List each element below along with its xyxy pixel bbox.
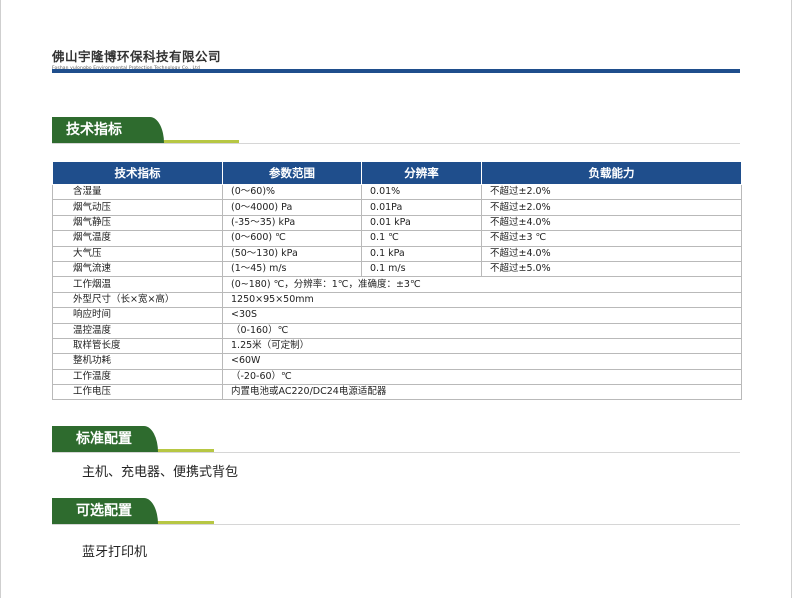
spec-name: 响应时间 — [52, 307, 223, 324]
table-header-row: 技术指标 参数范围 分辨率 负载能力 — [52, 161, 742, 185]
spec-value: （0-160）℃ — [222, 322, 742, 339]
spec-name: 工作烟温 — [52, 276, 223, 293]
spec-name: 取样管长度 — [52, 337, 223, 355]
section-rule — [52, 143, 740, 144]
spec-load: 不超过±3 ℃ — [481, 230, 742, 247]
spec-value: (0~180) ℃，分辨率：1℃，准确度：±3℃ — [222, 276, 742, 293]
spec-range: (0～4000) Pa — [222, 199, 362, 216]
spec-value: <60W — [222, 353, 742, 370]
spec-name: 含湿量 — [52, 183, 223, 201]
spec-load: 不超过±5.0% — [481, 260, 742, 278]
spec-load: 不超过±4.0% — [481, 214, 742, 232]
table-row: 工作温度 （-20-60）℃ — [52, 368, 742, 386]
spec-value: 内置电池或AC220/DC24电源适配器 — [222, 384, 742, 401]
spec-range: (-35～35) kPa — [222, 214, 362, 232]
company-name-cn: 佛山宇隆博环保科技有限公司 — [52, 49, 222, 64]
page-left-edge — [0, 0, 1, 598]
spec-load: 不超过±4.0% — [481, 245, 742, 262]
table-row: 工作烟温 (0~180) ℃，分辨率：1℃，准确度：±3℃ — [52, 276, 742, 293]
optional-config-text: 蓝牙打印机 — [82, 545, 148, 560]
section-rule — [52, 524, 740, 525]
page-right-edge — [791, 0, 792, 598]
spec-resolution: 0.01 kPa — [361, 214, 482, 232]
spec-range: (0～60)% — [222, 183, 362, 201]
section-title-standard: 标准配置 — [52, 426, 158, 452]
spec-name: 整机功耗 — [52, 353, 223, 370]
spec-range: (1～45) m/s — [222, 260, 362, 278]
spec-name: 温控温度 — [52, 322, 223, 339]
section-title-tech: 技术指标 — [52, 117, 164, 143]
spec-value: （-20-60）℃ — [222, 368, 742, 386]
spec-resolution: 0.1 kPa — [361, 245, 482, 262]
table-row: 温控温度 （0-160）℃ — [52, 322, 742, 339]
spec-load: 不超过±2.0% — [481, 183, 742, 201]
spec-name: 工作温度 — [52, 368, 223, 386]
table-row: 外型尺寸（长×宽×高） 1250×95×50mm — [52, 291, 742, 309]
spec-resolution: 0.01% — [361, 183, 482, 201]
standard-config-text: 主机、充电器、便携式背包 — [82, 465, 239, 480]
section-rule — [52, 452, 740, 453]
table-row: 含湿量 (0～60)% 0.01% 不超过±2.0% — [52, 183, 742, 201]
column-header: 技术指标 — [52, 161, 223, 185]
column-header: 负载能力 — [481, 161, 742, 185]
spec-resolution: 0.01Pa — [361, 199, 482, 216]
spec-name: 外型尺寸（长×宽×高） — [52, 291, 223, 309]
spec-name: 烟气流速 — [52, 260, 223, 278]
table-row: 工作电压 内置电池或AC220/DC24电源适配器 — [52, 384, 742, 401]
table-row: 烟气流速 (1～45) m/s 0.1 m/s 不超过±5.0% — [52, 260, 742, 278]
spec-range: (0～600) ℃ — [222, 230, 362, 247]
spec-load: 不超过±2.0% — [481, 199, 742, 216]
table-row: 烟气温度 (0～600) ℃ 0.1 ℃ 不超过±3 ℃ — [52, 230, 742, 247]
table-row: 烟气静压 (-35～35) kPa 0.01 kPa 不超过±4.0% — [52, 214, 742, 232]
spec-value: 1250×95×50mm — [222, 291, 742, 309]
header-rule — [52, 69, 740, 73]
table-row: 取样管长度 1.25米（可定制） — [52, 337, 742, 355]
spec-resolution: 0.1 m/s — [361, 260, 482, 278]
spec-name: 大气压 — [52, 245, 223, 262]
column-header: 参数范围 — [222, 161, 362, 185]
company-logo: 佛山宇隆博环保科技有限公司 Foshan yulongbo Environmen… — [52, 46, 221, 71]
section-title-optional: 可选配置 — [52, 498, 158, 524]
table-row: 烟气动压 (0～4000) Pa 0.01Pa 不超过±2.0% — [52, 199, 742, 216]
spec-value: 1.25米（可定制） — [222, 337, 742, 355]
spec-name: 工作电压 — [52, 384, 223, 401]
spec-table: 技术指标 参数范围 分辨率 负载能力 含湿量 (0～60)% 0.01% 不超过… — [52, 161, 742, 401]
table-row: 响应时间 <30S — [52, 307, 742, 324]
column-header: 分辨率 — [361, 161, 482, 185]
spec-name: 烟气动压 — [52, 199, 223, 216]
spec-resolution: 0.1 ℃ — [361, 230, 482, 247]
table-row: 整机功耗 <60W — [52, 353, 742, 370]
spec-name: 烟气温度 — [52, 230, 223, 247]
spec-value: <30S — [222, 307, 742, 324]
spec-name: 烟气静压 — [52, 214, 223, 232]
table-row: 大气压 (50～130) kPa 0.1 kPa 不超过±4.0% — [52, 245, 742, 262]
spec-range: (50～130) kPa — [222, 245, 362, 262]
